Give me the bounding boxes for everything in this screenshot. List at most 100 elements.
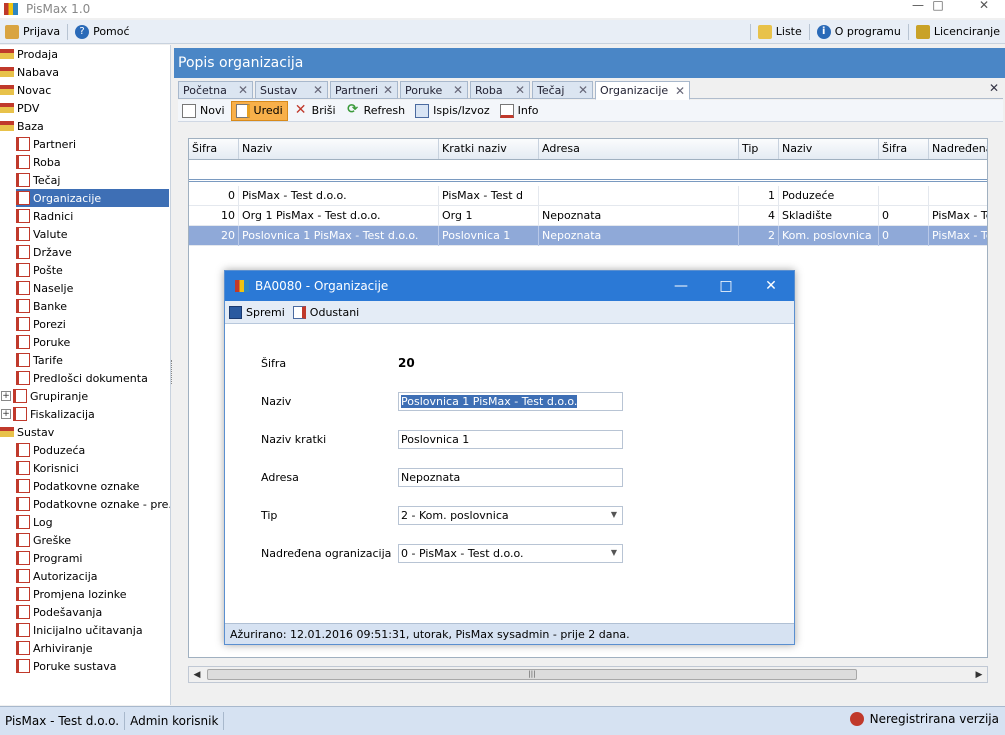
info-button[interactable]: Info (496, 101, 543, 121)
close-tab-icon[interactable]: ✕ (675, 84, 685, 98)
sidebar-item[interactable]: Greške (16, 531, 71, 549)
close-tab-icon[interactable]: ✕ (453, 83, 463, 97)
document-icon (16, 479, 30, 493)
sidebar-item[interactable]: Tarife (16, 351, 63, 369)
horizontal-scrollbar[interactable]: ◀ ||| ▶ (188, 666, 988, 683)
sidebar-item[interactable]: Podešavanja (16, 603, 102, 621)
dialog-minimize-icon[interactable]: — (671, 278, 691, 294)
menu-licenciranje[interactable]: Licenciranje (911, 21, 1005, 43)
naziv-input[interactable]: Poslovnica 1 PisMax - Test d.o.o. (398, 392, 623, 411)
sidebar-item[interactable]: Tečaj (16, 171, 60, 189)
sidebar-item[interactable]: Poruke (16, 333, 70, 351)
dialog-titlebar[interactable]: BA0080 - Organizacije — □ ✕ (225, 271, 794, 301)
sidebar-item[interactable]: Radnici (16, 207, 73, 225)
menu-pomoc[interactable]: ? Pomoć (70, 21, 134, 43)
tip-select[interactable]: 2 - Kom. poslovnica ▼ (398, 506, 623, 525)
column-header-naziv[interactable]: Naziv (239, 139, 439, 159)
refresh-button[interactable]: ⟳ Refresh (342, 101, 410, 121)
sidebar-item[interactable]: Podatkovne oznake - pre... (16, 495, 170, 513)
sidebar-item[interactable]: PDV (0, 99, 39, 117)
column-header-kratki-naziv[interactable]: Kratki naziv (439, 139, 539, 159)
menu-liste[interactable]: Liste (753, 21, 807, 43)
sidebar-item[interactable]: Valute (16, 225, 68, 243)
sidebar-item[interactable]: Poduzeća (16, 441, 85, 459)
sidebar-item[interactable]: Novac (0, 81, 51, 99)
sidebar-item[interactable]: Autorizacija (16, 567, 98, 585)
grid-filter-row[interactable] (189, 160, 987, 182)
tab-tecaj[interactable]: Tečaj ✕ (532, 81, 593, 99)
column-header-tip[interactable]: Tip (739, 139, 779, 159)
column-header-nadredena-sifra[interactable]: Šifra (879, 139, 929, 159)
chevron-down-icon[interactable]: ▼ (611, 548, 617, 557)
sidebar-item[interactable]: Partneri (16, 135, 76, 153)
sidebar-item[interactable]: Naselje (16, 279, 73, 297)
chevron-down-icon[interactable]: ▼ (611, 510, 617, 519)
nadredena-select[interactable]: 0 - PisMax - Test d.o.o. ▼ (398, 544, 623, 563)
sidebar-item[interactable]: Sustav (0, 423, 54, 441)
sidebar-item[interactable]: Prodaja (0, 45, 58, 63)
table-cell: 0 (189, 186, 239, 206)
column-header-nadredena[interactable]: Nadređena (929, 139, 987, 159)
table-row[interactable]: 10 Org 1 PisMax - Test d.o.o. Org 1 Nepozna… (189, 206, 987, 226)
scroll-left-icon[interactable]: ◀ (190, 668, 204, 682)
brisi-button[interactable]: ✕ Briši (290, 101, 340, 121)
table-cell (879, 186, 929, 206)
novi-button[interactable]: Novi (178, 101, 229, 121)
scroll-right-icon[interactable]: ▶ (972, 668, 986, 682)
sidebar-item[interactable]: Programi (16, 549, 82, 567)
sidebar-item[interactable]: Predlošci dokumenta (16, 369, 148, 387)
table-row[interactable]: 0 PisMax - Test d.o.o. PisMax - Test d 1 Pod… (189, 186, 987, 206)
sidebar-item[interactable]: Nabava (0, 63, 59, 81)
sidebar-item[interactable]: + Fiskalizacija (1, 405, 95, 423)
spremi-button[interactable]: Spremi (225, 305, 289, 319)
column-header-tip-naziv[interactable]: Naziv (779, 139, 879, 159)
tab-sustav[interactable]: Sustav ✕ (255, 81, 328, 99)
column-header-adresa[interactable]: Adresa (539, 139, 739, 159)
column-header-sifra[interactable]: Šifra (189, 139, 239, 159)
sidebar-item[interactable]: Inicijalno učitavanja (16, 621, 143, 639)
sidebar-item[interactable]: Promjena lozinke (16, 585, 127, 603)
sidebar-item[interactable]: Banke (16, 297, 67, 315)
maximize-icon[interactable]: □ (923, 0, 953, 14)
close-tab-icon[interactable]: ✕ (578, 83, 588, 97)
tab-pocetna[interactable]: Početna ✕ (178, 81, 253, 99)
menu-o-programu[interactable]: i O programu (812, 21, 906, 43)
tab-poruke[interactable]: Poruke ✕ (400, 81, 468, 99)
sidebar-item[interactable]: Poruke sustava (16, 657, 116, 675)
adresa-input[interactable]: Nepoznata (398, 468, 623, 487)
status-company: PisMax - Test d.o.o. (0, 712, 126, 730)
scrollbar-thumb[interactable]: ||| (207, 669, 857, 680)
close-icon[interactable]: ✕ (969, 0, 999, 14)
dialog-close-icon[interactable]: ✕ (761, 278, 781, 294)
sidebar-item[interactable]: Arhiviranje (16, 639, 93, 657)
sidebar-item[interactable]: Podatkovne oznake (16, 477, 139, 495)
ispis-izvoz-button[interactable]: Ispis/Izvoz (411, 101, 493, 121)
close-tab-icon[interactable]: ✕ (383, 83, 393, 97)
naziv-kratki-input[interactable]: Poslovnica 1 (398, 430, 623, 449)
odustani-button[interactable]: Odustani (289, 305, 363, 319)
sidebar-item[interactable]: Log (16, 513, 53, 531)
close-tab-icon[interactable]: ✕ (313, 83, 323, 97)
expand-icon[interactable]: + (1, 391, 11, 401)
menu-prijava[interactable]: Prijava (0, 21, 65, 43)
table-row[interactable]: 20 Poslovnica 1 PisMax - Test d.o.o. Poslo… (189, 226, 987, 246)
expand-icon[interactable]: + (1, 409, 11, 419)
sidebar-item[interactable]: Pošte (16, 261, 63, 279)
sidebar-item[interactable]: Roba (16, 153, 61, 171)
tab-organizacije[interactable]: Organizacije ✕ (595, 81, 690, 100)
close-tab-icon[interactable]: ✕ (515, 83, 525, 97)
sidebar-item[interactable]: + Grupiranje (1, 387, 88, 405)
dialog-maximize-icon[interactable]: □ (716, 278, 736, 294)
license-status[interactable]: Neregistrirana verzija (849, 712, 999, 726)
tab-roba[interactable]: Roba ✕ (470, 81, 530, 99)
sidebar-item-label: Prodaja (17, 47, 58, 61)
tab-partneri[interactable]: Partneri ✕ (330, 81, 398, 99)
sidebar-item[interactable]: Organizacije (16, 189, 169, 207)
close-all-tabs-icon[interactable]: ✕ (989, 81, 999, 95)
sidebar-item[interactable]: Baza (0, 117, 44, 135)
sidebar-item[interactable]: Korisnici (16, 459, 79, 477)
uredi-button[interactable]: Uredi (230, 100, 288, 121)
sidebar-item[interactable]: Porezi (16, 315, 66, 333)
sidebar-item[interactable]: Države (16, 243, 72, 261)
close-tab-icon[interactable]: ✕ (238, 83, 248, 97)
